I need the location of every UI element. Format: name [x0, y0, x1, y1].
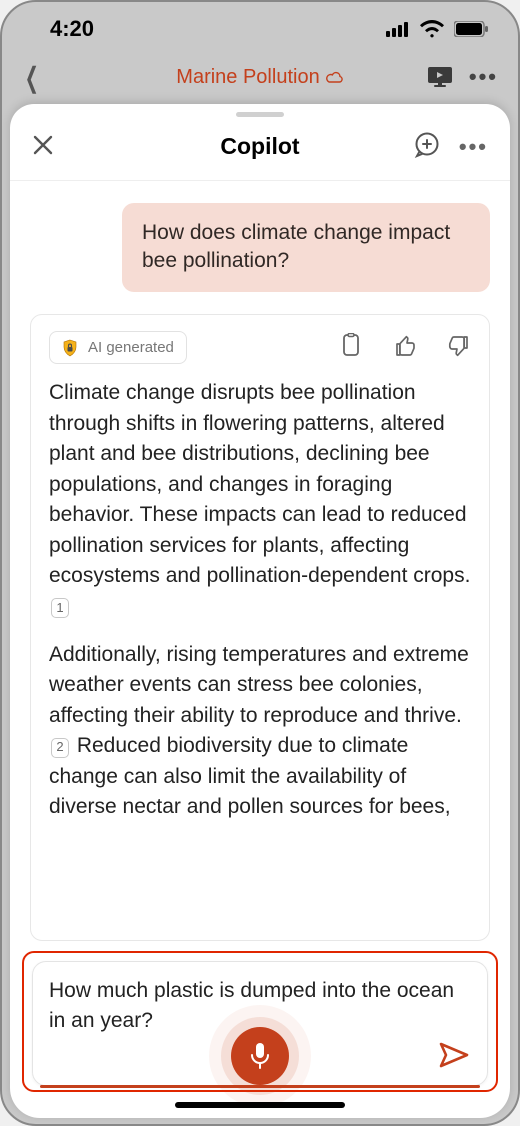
- home-indicator[interactable]: [175, 1102, 345, 1108]
- ai-paragraph: Climate change disrupts bee pollination …: [49, 378, 471, 622]
- document-title: Marine Pollution: [176, 66, 343, 89]
- ai-response-body: Climate change disrupts bee pollination …: [49, 378, 471, 840]
- chat-area: How does climate change impact bee polli…: [10, 181, 510, 941]
- input-highlight-frame: How much plastic is dumped into the ocea…: [22, 951, 498, 1092]
- message-input-text: How much plastic is dumped into the ocea…: [49, 979, 454, 1031]
- present-icon: [427, 66, 453, 88]
- copy-button[interactable]: [341, 333, 363, 362]
- copilot-sheet: Copilot ••• How does climate change impa…: [10, 104, 510, 1118]
- document-title-text: Marine Pollution: [176, 66, 319, 89]
- ai-text: Additionally, rising temperatures and ex…: [49, 643, 469, 727]
- background-app-header: ❮ Marine Pollution •••: [2, 56, 518, 98]
- ai-badge-label: AI generated: [88, 337, 174, 359]
- more-icon: •••: [469, 64, 498, 90]
- status-indicators: [386, 20, 488, 38]
- microphone-button[interactable]: [231, 1027, 289, 1085]
- status-bar: 4:20: [2, 2, 518, 56]
- close-button[interactable]: [32, 134, 54, 159]
- more-icon: •••: [459, 134, 488, 159]
- sheet-header: Copilot •••: [10, 117, 510, 181]
- new-chat-button[interactable]: [413, 131, 441, 162]
- thumbs-down-button[interactable]: [447, 334, 471, 361]
- ai-response-card: AI generated Cli: [30, 314, 490, 942]
- status-time: 4:20: [50, 16, 94, 42]
- battery-icon: [454, 21, 488, 37]
- send-button[interactable]: [439, 1042, 469, 1071]
- device-frame: 4:20 ❮ Marine Pollution •••: [0, 0, 520, 1126]
- cellular-icon: [386, 21, 410, 37]
- sheet-title: Copilot: [220, 133, 299, 160]
- ai-text: Reduced biodiversity due to climate chan…: [49, 734, 451, 818]
- more-button[interactable]: •••: [459, 134, 488, 160]
- ai-paragraph: Additionally, rising temperatures and ex…: [49, 640, 471, 823]
- thumbs-down-icon: [447, 334, 471, 358]
- user-message-bubble: How does climate change impact bee polli…: [122, 203, 490, 292]
- thumbs-up-icon: [393, 334, 417, 358]
- citation-badge[interactable]: 1: [51, 598, 69, 618]
- cloud-icon: [326, 70, 344, 84]
- ai-generated-badge[interactable]: AI generated: [49, 331, 187, 365]
- citation-badge[interactable]: 2: [51, 738, 69, 758]
- copy-icon: [341, 333, 363, 359]
- input-accent-underline: [40, 1085, 480, 1088]
- close-icon: [32, 134, 54, 156]
- microphone-icon: [249, 1042, 271, 1070]
- chat-plus-icon: [413, 131, 441, 159]
- ai-text: Climate change disrupts bee pollination …: [49, 381, 470, 587]
- back-chevron-icon: ❮: [25, 61, 39, 94]
- ai-meta-row: AI generated: [49, 331, 471, 365]
- wifi-icon: [420, 20, 444, 38]
- thumbs-up-button[interactable]: [393, 334, 417, 361]
- send-icon: [439, 1042, 469, 1068]
- ai-action-row: [341, 333, 471, 362]
- message-input[interactable]: How much plastic is dumped into the ocea…: [32, 961, 488, 1086]
- shield-icon: [62, 339, 78, 357]
